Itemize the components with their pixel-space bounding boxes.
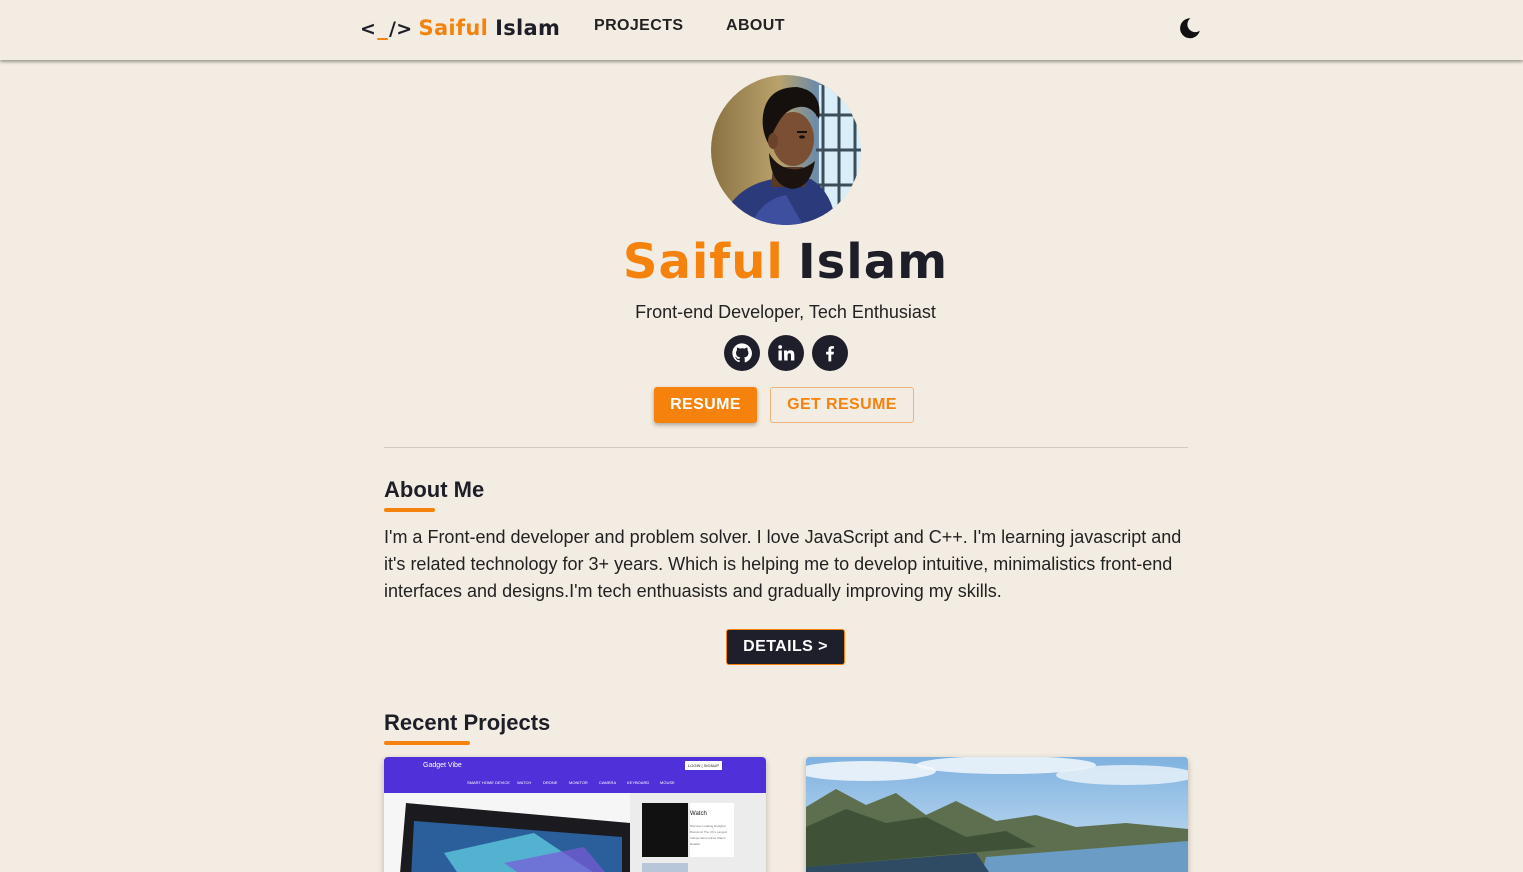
nav-projects-link[interactable]: PROJECTS: [594, 17, 683, 35]
moon-icon[interactable]: [1178, 16, 1202, 40]
card-menu-mouse: MOUSE: [660, 780, 675, 785]
profile-photo: [711, 75, 861, 225]
logo-first-name: Saiful: [418, 16, 489, 40]
details-button[interactable]: DETAILS >: [726, 629, 845, 665]
resume-button[interactable]: RESUME: [654, 387, 757, 423]
logo-underscore: _: [377, 16, 389, 40]
about-title-underline: [384, 508, 435, 512]
linkedin-icon[interactable]: [768, 335, 804, 371]
card-menu-watch: WATCH: [517, 780, 532, 785]
avatar: [711, 75, 861, 225]
project-card-landscape[interactable]: [806, 757, 1188, 872]
card-menu-camera: CAMERA: [599, 780, 617, 785]
about-title: About Me: [384, 477, 485, 502]
card-site-header: Gadget Vibe LOGIN | SIGNUP SMART HOME DE…: [384, 757, 766, 793]
card-menu-monitor: MONITOR: [569, 780, 588, 785]
divider: [384, 447, 1188, 448]
social-links: [724, 335, 848, 371]
navbar: < _ /> Saiful Islam PROJECTS ABOUT: [0, 0, 1523, 60]
hero-name: Saiful Islam: [0, 234, 1523, 290]
card-menu-smart-home: SMART HOME DEVICE: [467, 780, 510, 785]
logo-open-bracket: <: [360, 18, 377, 40]
nav-about-link[interactable]: ABOUT: [726, 17, 785, 35]
card-menu-drone: DRONE: [543, 780, 558, 785]
project-card-gadget-vibe[interactable]: Gadget Vibe LOGIN | SIGNUP SMART HOME DE…: [384, 757, 766, 872]
hero-last-name: Islam: [797, 234, 949, 290]
site-logo[interactable]: < _ /> Saiful Islam: [360, 12, 560, 44]
logo-close-bracket: />: [389, 18, 413, 40]
card-item-desc: Discover Leading Designer Brands At The …: [690, 824, 727, 846]
get-resume-button[interactable]: GET RESUME: [770, 387, 914, 423]
projects-title-underline: [384, 741, 470, 745]
github-icon[interactable]: [724, 335, 760, 371]
logo-last-name: Islam: [495, 16, 561, 40]
card-menu-keyboard: KEYBOARD: [627, 780, 650, 785]
projects-title: Recent Projects: [384, 710, 551, 735]
card-login-button: LOGIN | SIGNUP: [685, 761, 723, 770]
card-landscape-image: [806, 757, 1188, 872]
hero-first-name: Saiful: [622, 234, 784, 290]
card-item-title: Watch: [690, 811, 707, 817]
card-site-name: Gadget Vibe: [423, 762, 462, 769]
about-text: I'm a Front-end developer and problem so…: [384, 527, 1182, 601]
facebook-icon[interactable]: [812, 335, 848, 371]
tagline: Front-end Developer, Tech Enthusiast: [635, 302, 936, 322]
